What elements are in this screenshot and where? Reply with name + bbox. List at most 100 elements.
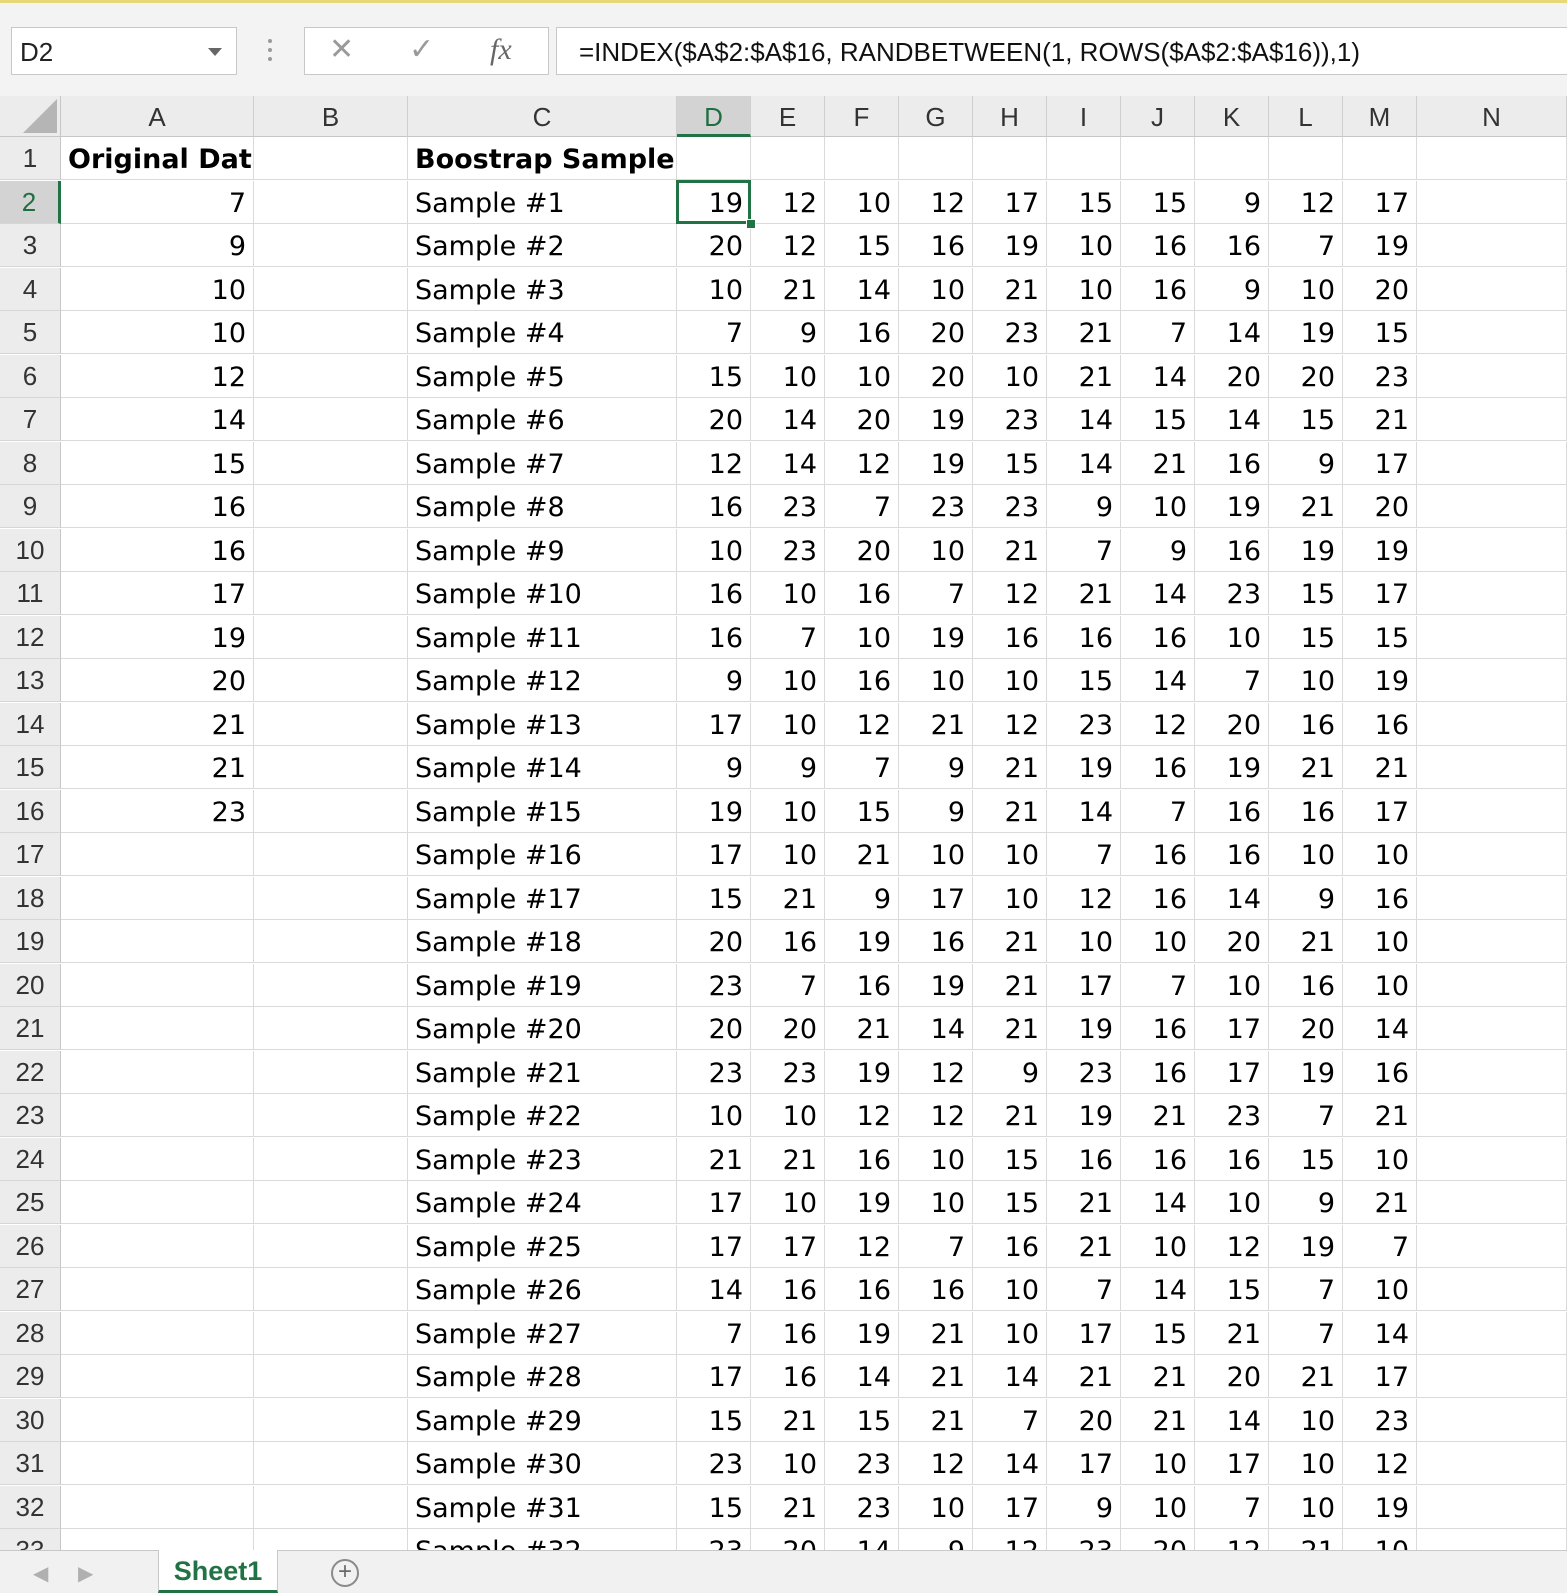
- sample-value[interactable]: 23: [677, 963, 751, 1007]
- sample-value[interactable]: 21: [1195, 1311, 1269, 1355]
- sample-value[interactable]: 21: [1047, 572, 1121, 615]
- sample-value[interactable]: 14: [751, 398, 825, 441]
- sample-value[interactable]: 9: [899, 746, 973, 789]
- sample-value[interactable]: 7: [677, 1311, 751, 1355]
- sample-value[interactable]: 14: [1343, 1311, 1417, 1355]
- sample-value[interactable]: 21: [1343, 1181, 1417, 1224]
- sample-value[interactable]: 20: [1121, 1529, 1195, 1550]
- sample-value[interactable]: 9: [899, 789, 973, 833]
- row-header[interactable]: 25: [0, 1181, 61, 1224]
- sample-value[interactable]: 7: [899, 1224, 973, 1268]
- sample-value[interactable]: 21: [677, 1137, 751, 1181]
- sample-value[interactable]: 14: [825, 1529, 899, 1550]
- empty-cell[interactable]: [254, 485, 408, 528]
- sample-value[interactable]: 21: [973, 920, 1047, 963]
- sample-value[interactable]: 10: [825, 615, 899, 659]
- sample-value[interactable]: 14: [1047, 441, 1121, 485]
- sample-label[interactable]: Sample #27: [408, 1311, 677, 1355]
- sample-value[interactable]: 10: [1343, 1137, 1417, 1181]
- empty-cell[interactable]: [1417, 1224, 1567, 1268]
- sample-value[interactable]: 15: [677, 354, 751, 398]
- sample-value[interactable]: 20: [1343, 485, 1417, 528]
- row-header[interactable]: 22: [0, 1050, 61, 1094]
- sample-value[interactable]: 19: [1047, 1007, 1121, 1050]
- empty-cell[interactable]: [254, 746, 408, 789]
- sample-label[interactable]: Sample #12: [408, 659, 677, 702]
- sample-value[interactable]: 19: [1195, 746, 1269, 789]
- sample-value[interactable]: 16: [825, 572, 899, 615]
- sample-value[interactable]: 16: [825, 659, 899, 702]
- empty-cell[interactable]: [254, 1224, 408, 1268]
- add-sheet-button[interactable]: +: [331, 1559, 359, 1587]
- original-data-value[interactable]: 21: [61, 746, 254, 789]
- sample-value[interactable]: 21: [751, 1485, 825, 1529]
- sample-value[interactable]: 14: [1121, 1268, 1195, 1311]
- sample-value[interactable]: 19: [1269, 1224, 1343, 1268]
- sample-value[interactable]: 9: [751, 311, 825, 354]
- sample-value[interactable]: 10: [1269, 833, 1343, 876]
- sample-value[interactable]: 9: [751, 746, 825, 789]
- sample-label[interactable]: Sample #22: [408, 1094, 677, 1137]
- sample-value[interactable]: 23: [1047, 1529, 1121, 1550]
- sample-value[interactable]: 15: [1121, 180, 1195, 224]
- empty-cell[interactable]: [254, 702, 408, 746]
- sample-value[interactable]: 10: [1269, 1398, 1343, 1442]
- row-header[interactable]: 18: [0, 876, 61, 920]
- row-header[interactable]: 10: [0, 528, 61, 572]
- sample-value[interactable]: 17: [1343, 789, 1417, 833]
- sample-label[interactable]: Sample #31: [408, 1485, 677, 1529]
- sample-value[interactable]: 20: [1195, 702, 1269, 746]
- row-header[interactable]: 24: [0, 1137, 61, 1181]
- column-header-c[interactable]: C: [408, 96, 677, 137]
- sample-value[interactable]: 20: [677, 224, 751, 267]
- sample-value[interactable]: 19: [973, 224, 1047, 267]
- sample-value[interactable]: 12: [1195, 1529, 1269, 1550]
- empty-cell[interactable]: [1417, 485, 1567, 528]
- sample-label[interactable]: Sample #17: [408, 876, 677, 920]
- sample-value[interactable]: 21: [899, 702, 973, 746]
- sample-value[interactable]: 12: [825, 1094, 899, 1137]
- sample-value[interactable]: 15: [1269, 572, 1343, 615]
- sample-value[interactable]: 16: [677, 615, 751, 659]
- empty-cell[interactable]: [254, 1529, 408, 1550]
- sample-value[interactable]: 16: [1121, 1137, 1195, 1181]
- sample-value[interactable]: 10: [973, 1311, 1047, 1355]
- sample-value[interactable]: 10: [751, 1442, 825, 1485]
- sample-value[interactable]: 9: [1269, 1181, 1343, 1224]
- sample-value[interactable]: 10: [751, 1181, 825, 1224]
- empty-cell[interactable]: [1417, 224, 1567, 267]
- sample-value[interactable]: 16: [751, 1311, 825, 1355]
- empty-cell[interactable]: [254, 615, 408, 659]
- sample-value[interactable]: 14: [825, 1355, 899, 1398]
- sample-value[interactable]: 10: [751, 572, 825, 615]
- sample-value[interactable]: 7: [825, 485, 899, 528]
- sample-value[interactable]: 20: [677, 398, 751, 441]
- column-header-a[interactable]: A: [61, 96, 254, 137]
- sample-value[interactable]: 21: [899, 1398, 973, 1442]
- empty-cell[interactable]: [1417, 1094, 1567, 1137]
- empty-cell[interactable]: [1417, 572, 1567, 615]
- sample-value[interactable]: 23: [1343, 354, 1417, 398]
- sample-value[interactable]: 19: [899, 441, 973, 485]
- row-header[interactable]: 33: [0, 1529, 61, 1550]
- sample-value[interactable]: 21: [973, 963, 1047, 1007]
- sample-value[interactable]: 10: [973, 1268, 1047, 1311]
- empty-cell[interactable]: [61, 1398, 254, 1442]
- sample-value[interactable]: 9: [1047, 485, 1121, 528]
- sample-value[interactable]: 14: [1047, 789, 1121, 833]
- sample-value[interactable]: 20: [1195, 354, 1269, 398]
- original-data-value[interactable]: 12: [61, 354, 254, 398]
- sample-value[interactable]: 10: [899, 1181, 973, 1224]
- empty-cell[interactable]: [61, 1485, 254, 1529]
- original-data-value[interactable]: 16: [61, 528, 254, 572]
- sample-value[interactable]: 10: [751, 659, 825, 702]
- sample-value[interactable]: 17: [1047, 1442, 1121, 1485]
- sample-value[interactable]: 14: [1121, 354, 1195, 398]
- column-header-j[interactable]: J: [1121, 96, 1195, 137]
- sample-value[interactable]: 20: [1343, 267, 1417, 311]
- sample-value[interactable]: 21: [1047, 1355, 1121, 1398]
- sample-value[interactable]: 7: [1343, 1224, 1417, 1268]
- empty-cell[interactable]: [1417, 1398, 1567, 1442]
- prev-sheet-icon[interactable]: ◀: [33, 1561, 48, 1586]
- sample-value[interactable]: 16: [1343, 876, 1417, 920]
